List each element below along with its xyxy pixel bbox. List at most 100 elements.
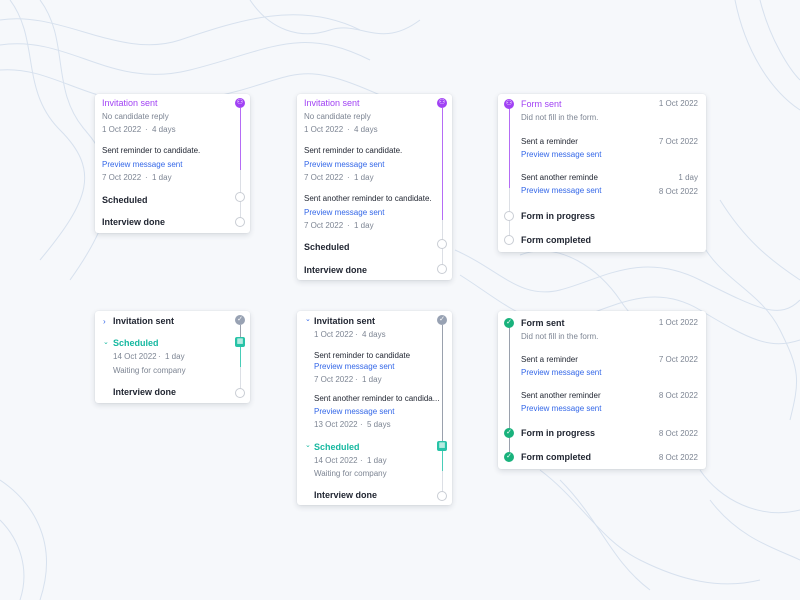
check-icon: ✓ bbox=[504, 452, 514, 462]
person-icon: ⚇ bbox=[235, 98, 245, 108]
step-date: 14 Oct 2022 bbox=[113, 352, 157, 361]
person-icon: ⚇ bbox=[437, 98, 447, 108]
reminder-duration: 5 days bbox=[367, 420, 391, 429]
separator: · bbox=[360, 420, 363, 429]
chevron-right-icon[interactable]: › bbox=[103, 317, 106, 326]
reminder-text: Sent another reminder to candidate. bbox=[304, 194, 432, 203]
status-note: Waiting for company bbox=[314, 469, 387, 478]
step-subtitle: No candidate reply bbox=[304, 112, 371, 121]
chevron-down-icon[interactable]: ⌄ bbox=[103, 338, 109, 346]
step-form-completed: Form completed bbox=[521, 452, 592, 462]
check-icon: ✓ bbox=[235, 315, 245, 325]
preview-message-link[interactable]: Preview message sent bbox=[314, 362, 394, 372]
timeline-line bbox=[240, 367, 241, 389]
reminder-date: 7 Oct 2022 bbox=[304, 173, 344, 182]
chevron-down-icon[interactable]: ⌄ bbox=[305, 315, 311, 323]
reminder-text: Sent a reminder bbox=[521, 137, 578, 146]
step-subtitle: Did not fill in the form. bbox=[521, 113, 599, 122]
step-form-completed: Form completed bbox=[521, 235, 592, 245]
step-subtitle: Did not fill in the form. bbox=[521, 332, 599, 341]
step-invitation-sent[interactable]: Invitation sent bbox=[314, 316, 375, 327]
reminder-date: 7 Oct 2022 bbox=[304, 221, 344, 230]
step-scheduled[interactable]: Scheduled bbox=[314, 442, 360, 453]
pending-step-dot bbox=[437, 239, 447, 249]
separator: · bbox=[347, 173, 350, 182]
step-title: Invitation sent bbox=[102, 98, 158, 108]
preview-message-link[interactable]: Preview message sent bbox=[521, 404, 601, 414]
form-timeline-card-1: Form sent 1 Oct 2022 Did not fill in the… bbox=[498, 94, 706, 252]
form-timeline-card-2: Form sent 1 Oct 2022 Did not fill in the… bbox=[498, 311, 706, 469]
person-icon: ⚇ bbox=[504, 99, 514, 109]
preview-message-link[interactable]: Preview message sent bbox=[521, 150, 601, 160]
reminder-text: Sent reminder to candidate. bbox=[102, 146, 201, 155]
reminder-text: Sent another reminder bbox=[521, 391, 601, 400]
reminder-duration: 1 day bbox=[354, 221, 374, 230]
separator: · bbox=[145, 173, 148, 182]
preview-message-link[interactable]: Preview message sent bbox=[304, 160, 384, 170]
topographic-background bbox=[0, 0, 800, 600]
reminder-date: 8 Oct 2022 bbox=[658, 187, 698, 196]
reminder-duration: 1 day bbox=[354, 173, 374, 182]
step-subtitle: No candidate reply bbox=[102, 112, 169, 121]
pending-step-dot bbox=[504, 235, 514, 245]
progress-line bbox=[240, 108, 241, 170]
step-duration: 1 day bbox=[165, 352, 185, 361]
step-interview-done: Interview done bbox=[113, 387, 177, 397]
check-icon: ✓ bbox=[437, 315, 447, 325]
timeline-line bbox=[442, 471, 443, 493]
preview-message-link[interactable]: Preview message sent bbox=[521, 186, 601, 196]
separator: · bbox=[347, 125, 350, 134]
reminder-date: 7 Oct 2022 bbox=[658, 355, 698, 364]
candidate-timeline-card-2: Invitation sent No candidate reply 1 Oct… bbox=[297, 94, 452, 280]
step-date: 1 Oct 2022 bbox=[304, 125, 344, 134]
separator: · bbox=[347, 221, 350, 230]
step-duration: 1 day bbox=[367, 456, 387, 465]
step-interview-done: Interview done bbox=[314, 490, 378, 500]
preview-message-link[interactable]: Preview message sent bbox=[304, 208, 384, 218]
chevron-down-icon[interactable]: ⌄ bbox=[305, 441, 311, 449]
check-icon: ✓ bbox=[504, 318, 514, 328]
reminder-date: 8 Oct 2022 bbox=[658, 391, 698, 400]
step-duration: 4 days bbox=[152, 125, 176, 134]
status-note: Waiting for company bbox=[113, 366, 186, 375]
progress-line bbox=[509, 108, 510, 188]
reminder-date: 13 Oct 2022 bbox=[314, 420, 358, 429]
step-duration: 4 days bbox=[362, 330, 386, 339]
pending-step-dot bbox=[235, 217, 245, 227]
pending-step-dot bbox=[437, 491, 447, 501]
separator: · bbox=[158, 352, 161, 361]
reminder-text: Sent a reminder bbox=[521, 355, 578, 364]
step-title: Invitation sent bbox=[304, 98, 360, 108]
preview-message-link[interactable]: Preview message sent bbox=[102, 160, 182, 170]
reminder-text: Sent another reminder to candida... bbox=[314, 394, 440, 403]
reminder-date: 7 Oct 2022 bbox=[102, 173, 142, 182]
step-date: 1 Oct 2022 bbox=[314, 330, 354, 339]
step-scheduled: Scheduled bbox=[102, 195, 148, 205]
reminder-duration: 1 day bbox=[362, 375, 382, 384]
step-date: 1 Oct 2022 bbox=[658, 318, 698, 327]
pending-step-dot bbox=[437, 264, 447, 274]
candidate-timeline-card-expanded: ⌄ Invitation sent 1 Oct 2022 · 4 days Se… bbox=[297, 311, 452, 505]
check-icon: ✓ bbox=[504, 428, 514, 438]
calendar-icon: ▦ bbox=[437, 441, 447, 451]
progress-line bbox=[442, 449, 443, 471]
preview-message-link[interactable]: Preview message sent bbox=[521, 368, 601, 378]
separator: · bbox=[145, 125, 148, 134]
progress-line bbox=[240, 345, 241, 367]
step-form-in-progress: Form in progress bbox=[521, 428, 596, 438]
step-scheduled: Scheduled bbox=[304, 242, 350, 252]
reminder-date: 7 Oct 2022 bbox=[658, 137, 698, 146]
step-scheduled[interactable]: Scheduled bbox=[113, 338, 159, 349]
preview-message-link[interactable]: Preview message sent bbox=[314, 407, 394, 417]
step-title: Form sent bbox=[521, 99, 562, 109]
pending-step-dot bbox=[504, 211, 514, 221]
step-interview-done: Interview done bbox=[304, 265, 368, 275]
candidate-timeline-card-collapsed: › Invitation sent ⌄ Scheduled 14 Oct 202… bbox=[95, 311, 250, 403]
pending-step-dot bbox=[235, 388, 245, 398]
timeline-line bbox=[442, 325, 443, 445]
step-date: 14 Oct 2022 bbox=[314, 456, 358, 465]
step-interview-done: Interview done bbox=[102, 217, 166, 227]
reminder-text: Sent reminder to candidate. bbox=[304, 146, 403, 155]
pending-step-dot bbox=[235, 192, 245, 202]
step-invitation-sent[interactable]: Invitation sent bbox=[113, 316, 174, 327]
